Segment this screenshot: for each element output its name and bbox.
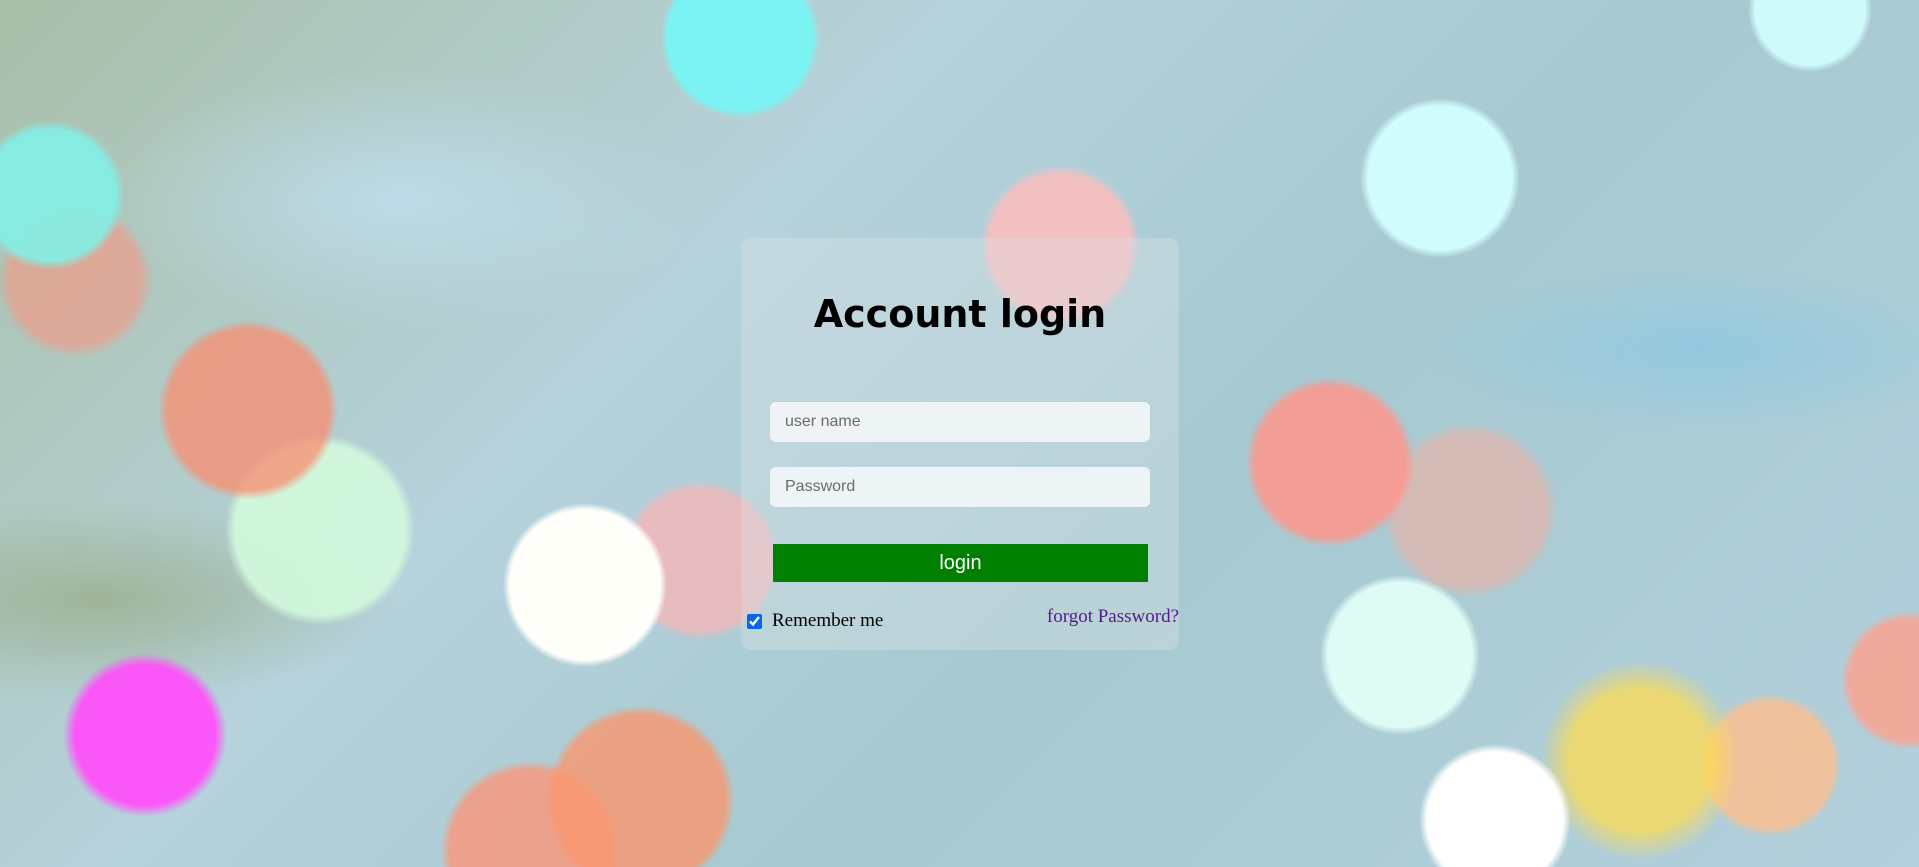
username-input[interactable] <box>770 402 1150 442</box>
page-title: Account login <box>813 292 1107 336</box>
remember-me-checkbox[interactable] <box>747 613 762 629</box>
password-input[interactable] <box>770 467 1150 507</box>
remember-me[interactable]: Remember me <box>747 610 883 632</box>
login-button[interactable]: login <box>773 544 1148 582</box>
login-card: Account login login Remember me forgot P… <box>741 238 1179 650</box>
remember-me-label: Remember me <box>772 610 884 631</box>
forgot-password-link[interactable]: forgot Password? <box>1047 606 1179 628</box>
